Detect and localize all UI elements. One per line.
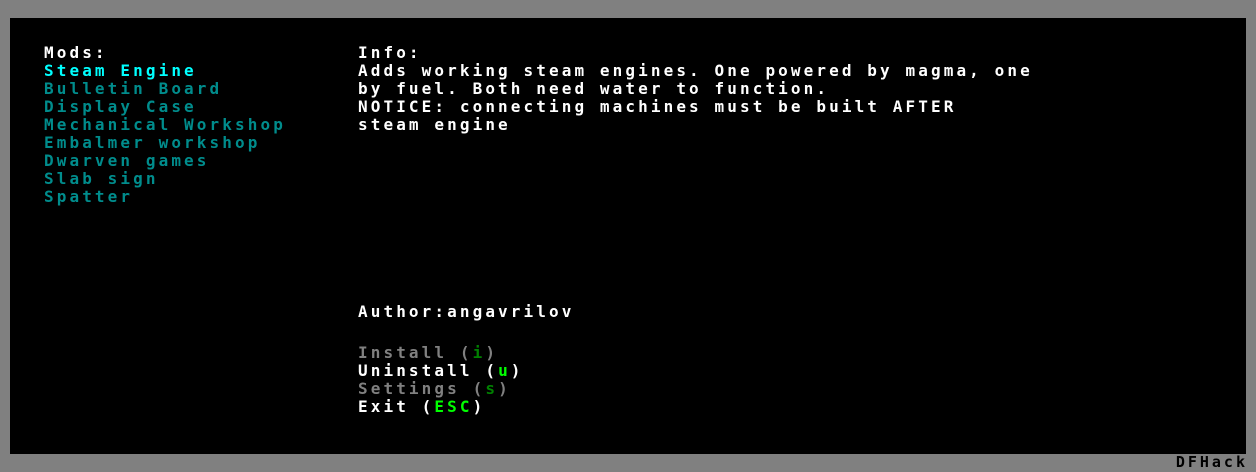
uninstall-close: ) (510, 361, 524, 380)
info-line: by fuel. Both need water to function. (358, 79, 830, 98)
install-button[interactable]: Install (i) (358, 344, 498, 362)
mod-item-spatter[interactable]: Spatter (44, 188, 133, 206)
mod-item-bulletin-board[interactable]: Bulletin Board (44, 80, 222, 98)
dfhack-tag: DFHack (1175, 453, 1248, 471)
install-label: Install ( (358, 343, 473, 362)
info-line: Adds working steam engines. One powered … (358, 61, 1033, 80)
settings-hotkey: s (485, 379, 499, 398)
dfhack-mod-manager-window: Mods: Steam Engine Bulletin Board Displa… (0, 0, 1256, 472)
mod-item-mechanical-workshop[interactable]: Mechanical Workshop (44, 116, 286, 134)
uninstall-label: Uninstall ( (358, 361, 499, 380)
settings-label: Settings ( (358, 379, 486, 398)
mod-item-embalmer-workshop[interactable]: Embalmer workshop (44, 134, 260, 152)
mods-header: Mods: (44, 43, 108, 62)
info-line: NOTICE: connecting machines must be buil… (358, 97, 957, 116)
mod-item-steam-engine[interactable]: Steam Engine (44, 62, 197, 80)
mod-item-slab-sign[interactable]: Slab sign (44, 170, 159, 188)
settings-button[interactable]: Settings (s) (358, 380, 511, 398)
info-header: Info: (358, 43, 422, 62)
exit-hotkey: ESC (434, 397, 473, 416)
uninstall-button[interactable]: Uninstall (u) (358, 362, 524, 380)
exit-button[interactable]: Exit (ESC) (358, 398, 485, 416)
mod-item-display-case[interactable]: Display Case (44, 98, 197, 116)
author-label: Author:angavrilov (358, 302, 575, 321)
settings-close: ) (498, 379, 511, 398)
exit-close: ) (472, 397, 486, 416)
mod-item-dwarven-games[interactable]: Dwarven games (44, 152, 210, 170)
install-hotkey: i (472, 343, 486, 362)
info-line: steam engine (358, 115, 511, 134)
uninstall-hotkey: u (498, 361, 511, 380)
install-close: ) (485, 343, 499, 362)
exit-label: Exit ( (358, 397, 435, 416)
